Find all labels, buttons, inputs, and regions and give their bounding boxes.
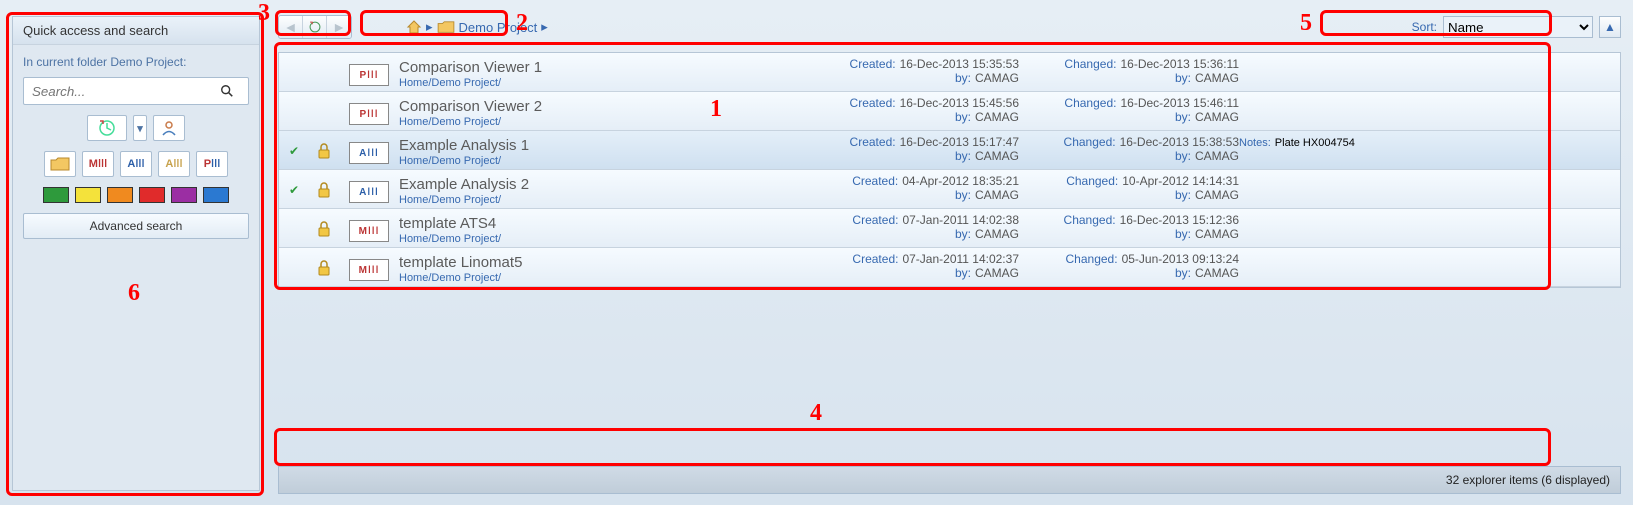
check-icon [279, 96, 309, 128]
filter-recent-button[interactable] [87, 115, 127, 141]
item-path: Home/Demo Project/ [399, 155, 799, 167]
item-notes: Notes:Plate HX004754 [1239, 135, 1614, 149]
item-path: Home/Demo Project/ [399, 194, 799, 206]
lock-icon [309, 213, 339, 245]
item-changed: Changed:10-Apr-2012 14:14:31by:CAMAG [1019, 174, 1239, 202]
filter-type-p-button[interactable]: Pǀǀǀ [196, 151, 228, 177]
list-item[interactable]: ✔ AǀǀǀExample Analysis 1Home/Demo Project… [279, 131, 1620, 170]
lock-icon [309, 57, 339, 89]
sidebar-title: Quick access and search [13, 17, 259, 45]
item-path: Home/Demo Project/ [399, 77, 799, 89]
item-created: Created:16-Dec-2013 15:17:47by:CAMAG [799, 135, 1019, 163]
explorer-toolbar: ◄ ► ▸ Demo Project ▸ Sort: Name ▲ [278, 14, 1621, 40]
item-type-icon: Aǀǀǀ [339, 174, 399, 206]
history-nav: ◄ ► [278, 15, 352, 39]
folder-icon [437, 20, 455, 34]
lock-icon [309, 96, 339, 128]
item-title: Comparison Viewer 1 [399, 57, 799, 76]
filter-type-a-button[interactable]: Aǀǀǀ [120, 151, 152, 177]
filter-user-button[interactable] [153, 115, 185, 141]
filter-recent-dropdown[interactable]: ▾ [133, 115, 147, 141]
search-input[interactable] [24, 80, 220, 103]
item-type-icon: Pǀǀǀ [339, 57, 399, 89]
status-text: 32 explorer items (6 displayed) [1446, 473, 1610, 487]
nav-home-button[interactable] [303, 16, 327, 38]
item-title: Example Analysis 2 [399, 174, 799, 193]
lock-icon [309, 135, 339, 167]
sort-select[interactable]: Name [1443, 16, 1593, 38]
color-swatch-yellow[interactable] [75, 187, 101, 203]
breadcrumb-separator: ▸ [541, 19, 548, 35]
item-notes [1239, 96, 1614, 98]
explorer-main: ◄ ► ▸ Demo Project ▸ Sort: Name ▲ PǀǀǀCo… [278, 14, 1621, 494]
item-title: template Linomat5 [399, 252, 799, 271]
item-list: PǀǀǀComparison Viewer 1Home/Demo Project… [278, 52, 1621, 288]
item-title: template ATS4 [399, 213, 799, 232]
item-type-icon: Pǀǀǀ [339, 96, 399, 128]
item-changed: Changed:16-Dec-2013 15:46:11by:CAMAG [1019, 96, 1239, 124]
breadcrumb: ▸ Demo Project ▸ [406, 19, 548, 35]
lock-icon [309, 252, 339, 284]
item-type-icon: Aǀǀǀ [339, 135, 399, 167]
item-changed: Changed:16-Dec-2013 15:36:11by:CAMAG [1019, 57, 1239, 85]
item-created: Created:16-Dec-2013 15:45:56by:CAMAG [799, 96, 1019, 124]
search-field-wrapper [23, 77, 249, 105]
advanced-search-button[interactable]: Advanced search [23, 213, 249, 239]
sort-label: Sort: [1412, 20, 1437, 34]
color-swatch-green[interactable] [43, 187, 69, 203]
item-type-icon: Mǀǀǀ [339, 252, 399, 284]
item-notes [1239, 252, 1614, 254]
check-icon: ✔ [279, 174, 309, 206]
list-item[interactable]: PǀǀǀComparison Viewer 1Home/Demo Project… [279, 53, 1620, 92]
item-type-icon: Mǀǀǀ [339, 213, 399, 245]
item-created: Created:07-Jan-2011 14:02:38by:CAMAG [799, 213, 1019, 241]
list-item[interactable]: Mǀǀǀtemplate ATS4Home/Demo Project/Creat… [279, 209, 1620, 248]
item-changed: Changed:16-Dec-2013 15:12:36by:CAMAG [1019, 213, 1239, 241]
breadcrumb-separator: ▸ [426, 19, 433, 35]
quick-access-panel: Quick access and search In current folde… [12, 16, 260, 491]
filter-type-a2-button[interactable]: Aǀǀǀ [158, 151, 190, 177]
item-changed: Changed:05-Jun-2013 09:13:24by:CAMAG [1019, 252, 1239, 280]
item-created: Created:07-Jan-2011 14:02:37by:CAMAG [799, 252, 1019, 280]
item-notes [1239, 213, 1614, 215]
item-created: Created:16-Dec-2013 15:35:53by:CAMAG [799, 57, 1019, 85]
item-title: Comparison Viewer 2 [399, 96, 799, 115]
item-created: Created:04-Apr-2012 18:35:21by:CAMAG [799, 174, 1019, 202]
home-icon[interactable] [406, 19, 422, 35]
item-path: Home/Demo Project/ [399, 272, 799, 284]
sort-direction-button[interactable]: ▲ [1599, 16, 1621, 38]
color-swatch-orange[interactable] [107, 187, 133, 203]
item-notes [1239, 57, 1614, 59]
sort-control: Sort: Name ▲ [1412, 16, 1621, 38]
color-swatch-purple[interactable] [171, 187, 197, 203]
search-scope-label: In current folder Demo Project: [23, 55, 249, 69]
breadcrumb-current[interactable]: Demo Project [459, 20, 538, 35]
item-path: Home/Demo Project/ [399, 233, 799, 245]
item-title: Example Analysis 1 [399, 135, 799, 154]
item-path: Home/Demo Project/ [399, 116, 799, 128]
check-icon [279, 57, 309, 89]
status-bar: 32 explorer items (6 displayed) [278, 466, 1621, 494]
color-swatch-red[interactable] [139, 187, 165, 203]
check-icon: ✔ [279, 135, 309, 167]
nav-forward-button[interactable]: ► [327, 16, 351, 38]
color-filter-row [23, 187, 249, 203]
item-notes [1239, 174, 1614, 176]
list-item[interactable]: PǀǀǀComparison Viewer 2Home/Demo Project… [279, 92, 1620, 131]
check-icon [279, 252, 309, 284]
search-icon[interactable] [220, 84, 248, 98]
color-swatch-blue[interactable] [203, 187, 229, 203]
check-icon [279, 213, 309, 245]
nav-back-button[interactable]: ◄ [279, 16, 303, 38]
list-item[interactable]: ✔ AǀǀǀExample Analysis 2Home/Demo Project… [279, 170, 1620, 209]
item-changed: Changed:16-Dec-2013 15:38:53by:CAMAG [1019, 135, 1239, 163]
filter-folder-button[interactable] [44, 151, 76, 177]
lock-icon [309, 174, 339, 206]
filter-type-m-button[interactable]: Mǀǀǀ [82, 151, 114, 177]
list-item[interactable]: Mǀǀǀtemplate Linomat5Home/Demo Project/C… [279, 248, 1620, 287]
